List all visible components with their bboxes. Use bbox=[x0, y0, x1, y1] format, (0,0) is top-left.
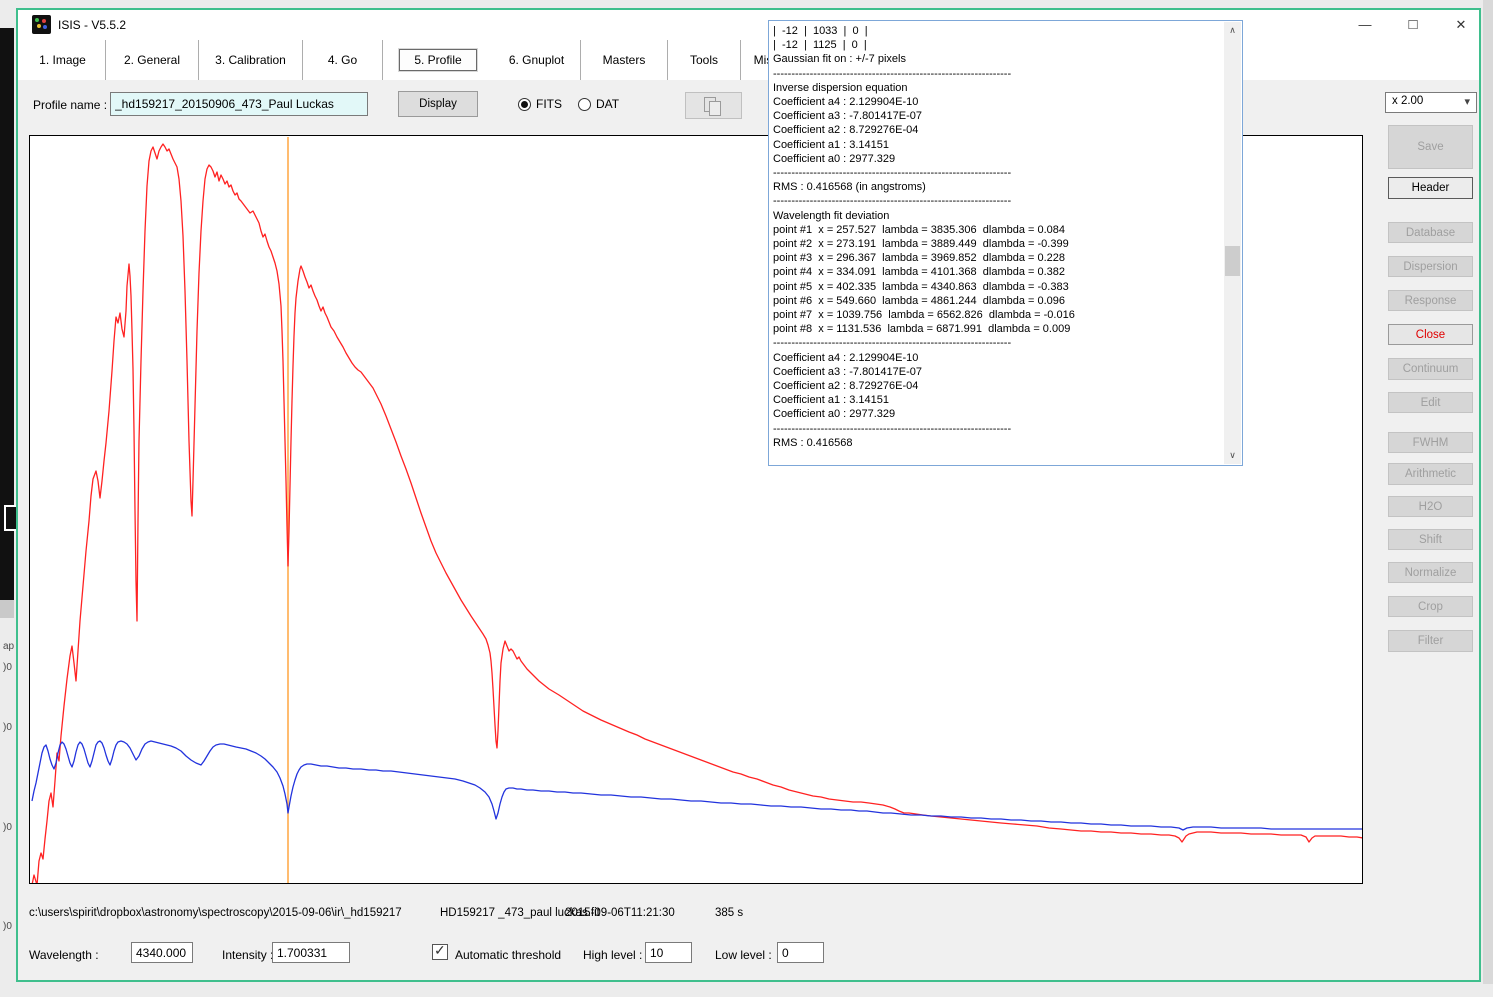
background-plot-axis: 0 bbox=[0, 984, 1493, 997]
high-level-label: High level : bbox=[583, 948, 642, 962]
zoom-select-value: x 2.00 bbox=[1392, 95, 1423, 107]
tab-masters[interactable]: Masters bbox=[581, 40, 668, 80]
filter-button: Filter bbox=[1388, 630, 1473, 652]
background-window-left: ap )0 )0 )0 )0 bbox=[0, 0, 16, 997]
background-label-fragment: )0 bbox=[3, 921, 12, 932]
profile-name-label: Profile name : bbox=[33, 98, 107, 112]
database-button: Database bbox=[1388, 222, 1473, 243]
tab-3-calibration[interactable]: 3. Calibration bbox=[199, 40, 303, 80]
chevron-down-icon: ▾ bbox=[1464, 95, 1470, 108]
automatic-threshold-checkbox[interactable] bbox=[432, 944, 448, 960]
selected-tab-box: 5. Profile bbox=[399, 49, 476, 71]
zoom-select[interactable]: x 2.00 ▾ bbox=[1385, 92, 1477, 113]
crop-button: Crop bbox=[1388, 596, 1473, 617]
fits-radio-label: FITS bbox=[536, 97, 562, 111]
low-level-field[interactable] bbox=[777, 942, 824, 963]
dispersion-button: Dispersion bbox=[1388, 256, 1473, 277]
scroll-down-icon[interactable]: ∨ bbox=[1224, 447, 1241, 464]
profile-name-input[interactable] bbox=[110, 92, 368, 116]
high-level-field[interactable] bbox=[645, 942, 692, 963]
log-scrollbar[interactable]: ∧ ∨ bbox=[1224, 22, 1241, 464]
background-label-fragment: )0 bbox=[3, 722, 12, 733]
fwhm-button: FWHM bbox=[1388, 432, 1473, 453]
display-button[interactable]: Display bbox=[398, 91, 478, 117]
fits-radio-circle bbox=[518, 98, 531, 111]
background-label-fragment: )0 bbox=[3, 822, 12, 833]
copy-icon bbox=[704, 97, 716, 112]
save-button: Save bbox=[1388, 125, 1473, 169]
tab-5-profile[interactable]: 5. Profile bbox=[383, 40, 493, 80]
shift-button: Shift bbox=[1388, 529, 1473, 550]
response-button: Response bbox=[1388, 290, 1473, 311]
continuum-button: Continuum bbox=[1388, 358, 1473, 380]
minimize-button[interactable]: — bbox=[1348, 14, 1382, 36]
edit-button: Edit bbox=[1388, 392, 1473, 413]
window-title: ISIS - V5.5.2 bbox=[58, 18, 126, 32]
titlebar: ISIS - V5.5.2 — □ ✕ bbox=[18, 10, 1479, 40]
file-path-text: c:\users\spirit\dropbox\astronomy\spectr… bbox=[29, 907, 402, 919]
wavelength-value-field[interactable] bbox=[131, 942, 193, 963]
calibration-log-panel[interactable]: | -12 | 1033 | 0 | | -12 | 1125 | 0 | Ga… bbox=[768, 20, 1243, 466]
tab-tools[interactable]: Tools bbox=[668, 40, 741, 80]
dat-radio-circle bbox=[578, 98, 591, 111]
intensity-label: Intensity : bbox=[222, 948, 273, 962]
scrollbar-thumb[interactable] bbox=[1225, 246, 1240, 276]
tab-band: 1. Image2. General3. Calibration4. Go 5. … bbox=[18, 40, 1479, 80]
arithmetic-button: Arithmetic bbox=[1388, 463, 1473, 485]
exposure-time: 385 s bbox=[715, 907, 743, 919]
reference-spectrum-blue bbox=[32, 741, 1362, 830]
close-window-button[interactable]: ✕ bbox=[1444, 14, 1478, 36]
background-label-fragment: )0 bbox=[3, 662, 12, 673]
app-icon bbox=[32, 15, 51, 34]
calibration-log-text: | -12 | 1033 | 0 | | -12 | 1125 | 0 | Ga… bbox=[773, 24, 1205, 460]
automatic-threshold-label: Automatic threshold bbox=[455, 948, 561, 962]
close-button[interactable]: Close bbox=[1388, 324, 1473, 345]
header-button[interactable]: Header bbox=[1388, 177, 1473, 199]
intensity-value-field[interactable] bbox=[272, 942, 350, 963]
background-label-fragment: ap bbox=[3, 641, 14, 652]
background-window-scroll-piece bbox=[0, 600, 14, 618]
h2o-button: H2O bbox=[1388, 496, 1473, 517]
screen: ap )0 )0 )0 )0 0 ISIS - V5.5.2 — □ ✕ 1. Imag… bbox=[0, 0, 1493, 997]
dat-radio-label: DAT bbox=[596, 97, 619, 111]
tab-1-image[interactable]: 1. Image bbox=[20, 40, 106, 80]
tab-2-general[interactable]: 2. General bbox=[106, 40, 199, 80]
background-window-right bbox=[1483, 0, 1493, 997]
dat-radio[interactable]: DAT bbox=[578, 97, 619, 111]
tab-6-gnuplot[interactable]: 6. Gnuplot bbox=[493, 40, 581, 80]
maximize-button[interactable]: □ bbox=[1396, 14, 1430, 36]
tab-strip: 1. Image2. General3. Calibration4. Go 5. … bbox=[18, 40, 1479, 80]
observation-datetime: 2015-09-06T11:21:30 bbox=[565, 907, 675, 919]
scroll-up-icon[interactable]: ∧ bbox=[1224, 22, 1241, 39]
fits-radio[interactable]: FITS bbox=[518, 97, 562, 111]
low-level-label: Low level : bbox=[715, 948, 772, 962]
wavelength-label: Wavelength : bbox=[29, 948, 99, 962]
copy-profile-button[interactable] bbox=[685, 92, 742, 119]
tab-4-go[interactable]: 4. Go bbox=[303, 40, 383, 80]
normalize-button: Normalize bbox=[1388, 562, 1473, 583]
